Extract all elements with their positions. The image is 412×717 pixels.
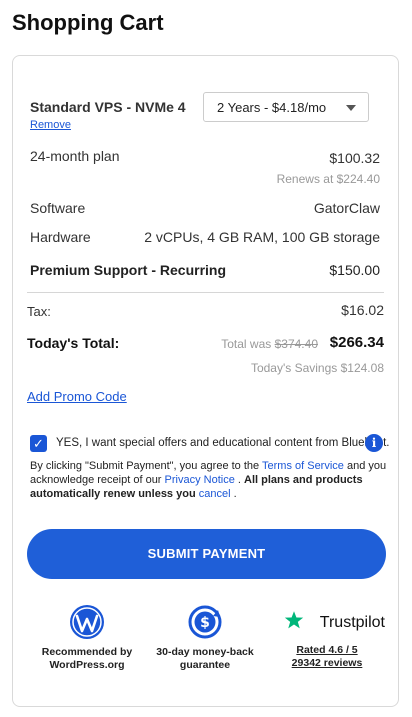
guarantee-caption-line2: guarantee [179, 659, 231, 671]
total-label: Today's Total: [27, 335, 120, 351]
optin-checkbox[interactable]: ✓ [30, 435, 47, 452]
optin-label: YES, I want special offers and education… [56, 437, 390, 449]
support-label: Premium Support - Recurring [30, 262, 227, 278]
submit-payment-button[interactable]: SUBMIT PAYMENT [27, 529, 386, 579]
wordpress-icon [70, 605, 104, 639]
page-title: Shopping Cart [12, 10, 164, 35]
cancel-link[interactable]: cancel [199, 488, 231, 500]
support-row: Premium Support - Recurring $150.00 [30, 262, 380, 278]
wordpress-caption-line1: Recommended by [41, 646, 133, 658]
plan-row: 24-month plan $100.32 [30, 148, 380, 166]
checkmark-icon: ✓ [33, 436, 44, 451]
term-select[interactable]: 2 Years - $4.18/mo [203, 92, 369, 122]
guarantee-badge: $ 30-day money-back guarantee [145, 604, 265, 672]
trustpilot-name: Trustpilot [319, 614, 385, 631]
plan-price: $100.32 [329, 150, 380, 166]
savings-text: Today's Savings $124.08 [250, 361, 384, 375]
total-value: $266.34 [329, 334, 384, 351]
trustpilot-rating-link[interactable]: Rated 4.6 / 5 [269, 644, 385, 657]
hardware-value: 2 vCPUs, 4 GB RAM, 100 GB storage [144, 229, 380, 245]
remove-link[interactable]: Remove [30, 119, 71, 131]
total-was: Total was $374.40 [221, 337, 318, 351]
term-select-value: 2 Years - $4.18/mo [217, 100, 327, 115]
software-value: GatorClaw [313, 200, 380, 216]
guarantee-caption-line1: 30-day money-back [156, 646, 254, 658]
legal-text-part: . [234, 474, 244, 486]
total-was-prefix: Total was [221, 337, 272, 351]
product-name: Standard VPS - NVMe 4 [30, 99, 186, 115]
hardware-row: Hardware 2 vCPUs, 4 GB RAM, 100 GB stora… [30, 229, 380, 245]
terms-of-service-link[interactable]: Terms of Service [262, 460, 344, 472]
privacy-notice-link[interactable]: Privacy Notice [165, 474, 235, 486]
tax-value: $16.02 [341, 302, 384, 318]
legal-text-part: . [230, 488, 237, 500]
software-label: Software [30, 200, 86, 216]
legal-text-part: By clicking "Submit Payment", you agree … [30, 460, 262, 472]
software-row: Software GatorClaw [30, 200, 380, 216]
money-back-icon: $ [188, 605, 222, 639]
chevron-down-icon [346, 105, 356, 111]
trustpilot-logo: Trustpilot [269, 610, 385, 636]
info-icon[interactable]: i [365, 434, 383, 452]
support-price: $150.00 [329, 262, 380, 278]
trustpilot-star-icon [285, 611, 304, 629]
total-was-value: $374.40 [274, 337, 318, 351]
trustpilot-badge: Trustpilot Rated 4.6 / 5 29342 reviews [269, 610, 385, 670]
legal-text: By clicking "Submit Payment", you agree … [30, 459, 390, 501]
trustpilot-reviews-link[interactable]: 29342 reviews [269, 657, 385, 670]
add-promo-code-link[interactable]: Add Promo Code [27, 389, 127, 404]
renews-text: Renews at $224.40 [276, 172, 380, 186]
tax-label: Tax: [27, 304, 51, 319]
wordpress-badge: Recommended by WordPress.org [27, 604, 147, 672]
plan-label: 24-month plan [30, 148, 120, 164]
divider [27, 292, 384, 293]
total-row: Today's Total: Total was $374.40 $266.34 [27, 334, 384, 353]
hardware-label: Hardware [30, 229, 91, 245]
tax-row: Tax: $16.02 [27, 302, 384, 319]
cart-summary-card: Standard VPS - NVMe 4 Remove 2 Years - $… [12, 55, 399, 707]
svg-text:$: $ [200, 615, 210, 631]
cart-item-panel: Standard VPS - NVMe 4 Remove 2 Years - $… [15, 64, 397, 340]
wordpress-caption-line2: WordPress.org [49, 659, 125, 671]
